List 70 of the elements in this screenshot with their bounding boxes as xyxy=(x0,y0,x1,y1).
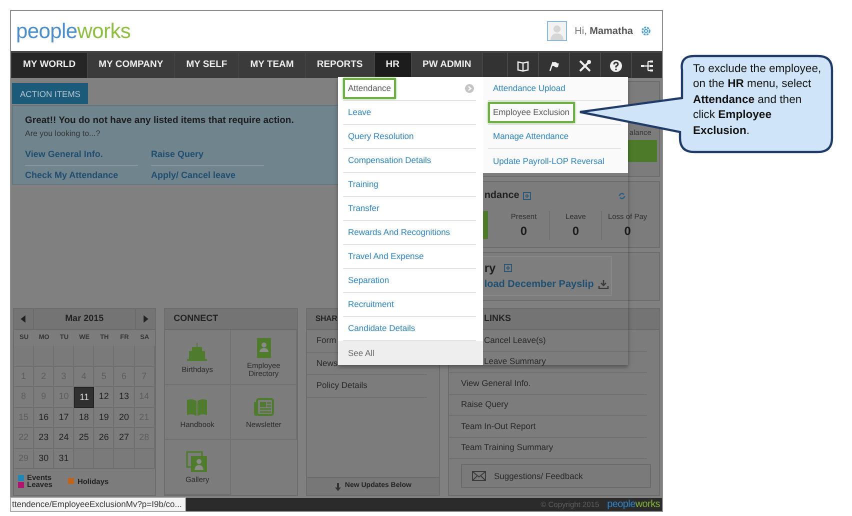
status-url: ttendence/EmployeeExclusionMv?p=I9b/co... xyxy=(10,497,186,512)
settings-icon[interactable] xyxy=(640,25,652,37)
quick-link[interactable]: Team Training Summary xyxy=(449,438,647,459)
action-prompt: Are you looking to...? xyxy=(25,128,100,140)
help-icon[interactable] xyxy=(609,58,623,72)
quick-action-link[interactable]: View General Info. xyxy=(25,145,138,166)
menu-item[interactable]: Leave xyxy=(343,102,376,123)
submenu-item[interactable]: Manage Attendance xyxy=(488,126,574,147)
action-message: Great!! You do not have any listed items that require action. xyxy=(25,114,295,128)
user-greeting: Hi, Mamatha xyxy=(574,24,633,38)
quick-link[interactable]: Raise Query xyxy=(449,394,647,416)
nav-tab[interactable]: MY WORLD xyxy=(12,53,88,78)
nav-tab[interactable]: MY COMPANY xyxy=(88,53,176,78)
stat-value: 0 xyxy=(624,223,631,240)
calendar-day[interactable]: 30 xyxy=(34,448,54,469)
section-tab[interactable]: ACTION ITEMS xyxy=(12,83,88,104)
nav-tab[interactable]: REPORTS xyxy=(306,53,375,78)
nav-tab[interactable]: MY SELF xyxy=(175,53,240,78)
envelope-icon xyxy=(472,471,486,481)
hierarchy-icon[interactable] xyxy=(640,58,654,72)
download-icon[interactable] xyxy=(598,280,609,289)
calendar-month: Mar 2015 xyxy=(65,312,104,326)
calendar-day[interactable]: 11 xyxy=(74,387,94,408)
menu-item[interactable]: Rewards And Recognitions xyxy=(343,222,456,243)
logo: peopleworks xyxy=(16,20,131,42)
calendar-day[interactable]: 19 xyxy=(94,408,114,428)
shared-item[interactable]: Policy Details xyxy=(307,375,427,398)
footer-logo: peopleworks xyxy=(607,500,660,510)
quick-link[interactable]: View General Info. xyxy=(449,373,647,394)
menu-item[interactable]: Training xyxy=(343,174,384,195)
calendar-day[interactable]: 24 xyxy=(54,428,74,448)
quick-action-link[interactable]: Apply/ Cancel leave xyxy=(151,166,264,186)
panel-title: ndance xyxy=(484,189,520,203)
nav-tab[interactable]: MY TEAM xyxy=(239,53,306,78)
quick-link[interactable]: Team In-Out Report xyxy=(449,416,647,438)
book-icon[interactable] xyxy=(516,58,530,72)
nav-tab[interactable]: HR xyxy=(374,53,412,78)
menu-item[interactable]: Transfer xyxy=(343,198,384,219)
submenu-item[interactable]: Employee Exclusion xyxy=(488,102,575,123)
menu-item[interactable]: Separation xyxy=(343,270,394,291)
calendar-day[interactable]: 23 xyxy=(34,428,54,448)
menu-item[interactable]: Attendance xyxy=(343,78,396,99)
menu-item[interactable]: Travel And Expense xyxy=(343,246,429,267)
submenu-item[interactable]: Attendance Upload xyxy=(488,78,570,99)
menu-item[interactable]: Query Resolution xyxy=(343,126,419,147)
calendar-day[interactable]: 20 xyxy=(114,408,135,428)
avatar-icon xyxy=(546,21,567,41)
refresh-icon[interactable] xyxy=(618,192,626,200)
calendar-day[interactable]: 18 xyxy=(74,408,94,428)
menu-item[interactable]: Compensation Details xyxy=(343,150,436,171)
see-all-link[interactable]: See All xyxy=(338,341,483,365)
quick-action-link[interactable]: Check My Attendance xyxy=(25,166,138,186)
nav-tab[interactable]: PW ADMIN xyxy=(412,53,484,78)
submenu-item[interactable]: Update Payroll-LOP Reversal xyxy=(488,150,610,172)
expand-icon xyxy=(504,264,512,272)
panel-header: CONNECT xyxy=(164,309,298,330)
calendar-day[interactable]: 16 xyxy=(34,408,54,428)
tools-icon[interactable] xyxy=(578,58,592,72)
calendar-day[interactable]: 13 xyxy=(114,387,135,408)
quick-action-link[interactable]: Raise Query xyxy=(151,145,264,166)
payslip-link[interactable]: load December Payslip xyxy=(484,277,594,292)
calendar-day[interactable]: 12 xyxy=(94,387,114,408)
feedback-button[interactable]: Suggestions/ Feedback xyxy=(461,464,651,488)
circle-arrow-icon xyxy=(465,84,474,93)
calendar-day[interactable]: 17 xyxy=(54,408,74,428)
stat-value: 0 xyxy=(520,223,528,240)
callout-text: To exclude the employee, on the HR menu, select Attendance and then click Employee Exclusion. xyxy=(693,62,822,139)
expand-icon xyxy=(523,192,532,200)
panel-title: ry xyxy=(484,260,496,277)
stat-value: 0 xyxy=(572,223,579,240)
